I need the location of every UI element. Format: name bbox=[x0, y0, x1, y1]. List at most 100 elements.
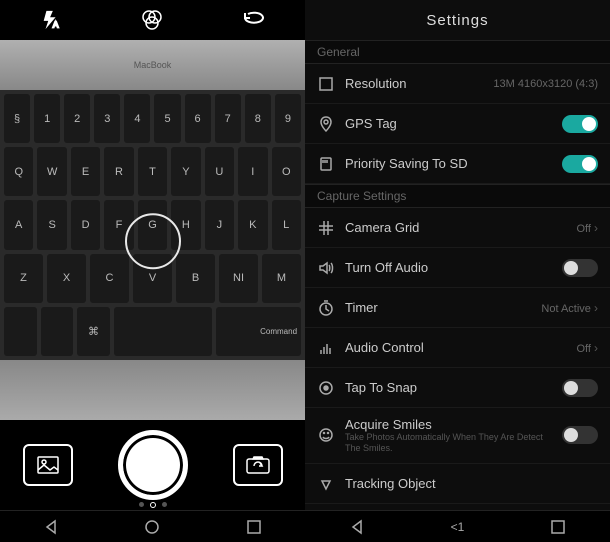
audio-control-label: Audio Control bbox=[345, 340, 566, 355]
key bbox=[4, 307, 37, 356]
camera-viewfinder[interactable]: MacBook § 1 2 3 4 5 6 7 8 9 Q W E bbox=[0, 40, 305, 420]
gps-toggle[interactable] bbox=[562, 115, 598, 133]
setting-tracking[interactable]: Tracking Object bbox=[305, 464, 610, 504]
key: Z bbox=[4, 254, 43, 303]
nav-bar-left bbox=[0, 510, 305, 542]
key: Y bbox=[171, 147, 200, 196]
audio-control-icon bbox=[317, 339, 335, 357]
nav-back-button[interactable] bbox=[347, 517, 367, 537]
palm-rest bbox=[0, 360, 305, 420]
key: ⌘ bbox=[77, 307, 110, 356]
grid-icon bbox=[317, 219, 335, 237]
grid-value: Off › bbox=[576, 221, 598, 235]
tap-snap-toggle[interactable] bbox=[562, 379, 598, 397]
section-capture: Capture Settings bbox=[305, 184, 610, 208]
setting-audio-control[interactable]: Audio Control Off › bbox=[305, 328, 610, 368]
settings-screen: Settings General Resolution 13M 4160x312… bbox=[305, 0, 610, 542]
grid-label: Camera Grid bbox=[345, 220, 566, 235]
nav-bar-right: <1 bbox=[305, 510, 610, 542]
gps-icon bbox=[317, 115, 335, 133]
key: D bbox=[71, 200, 100, 249]
key: 1 bbox=[34, 94, 60, 143]
laptop-hinge: MacBook bbox=[0, 40, 305, 90]
key: 8 bbox=[245, 94, 271, 143]
key: 5 bbox=[154, 94, 180, 143]
camera-bottom-bar bbox=[0, 420, 305, 510]
key: R bbox=[104, 147, 133, 196]
setting-audio-off[interactable]: Turn Off Audio bbox=[305, 248, 610, 288]
filters-icon[interactable] bbox=[138, 6, 166, 34]
key: 7 bbox=[215, 94, 241, 143]
nav-recent-button[interactable] bbox=[244, 517, 264, 537]
resolution-label: Resolution bbox=[345, 76, 483, 91]
audio-control-value: Off › bbox=[576, 341, 598, 355]
mode-indicator-dots bbox=[139, 502, 167, 508]
sd-icon bbox=[317, 155, 335, 173]
nav-recent-button[interactable] bbox=[548, 517, 568, 537]
key: U bbox=[205, 147, 234, 196]
key: 3 bbox=[94, 94, 120, 143]
rotate-icon[interactable] bbox=[240, 6, 268, 34]
nav-home-button[interactable]: <1 bbox=[451, 517, 465, 537]
tracking-icon bbox=[317, 474, 335, 492]
gallery-button[interactable] bbox=[23, 444, 73, 486]
setting-smiles[interactable]: Acquire Smiles Take Photos Automatically… bbox=[305, 408, 610, 464]
sd-label: Priority Saving To SD bbox=[345, 156, 552, 171]
smiles-toggle[interactable] bbox=[562, 426, 598, 444]
setting-grid[interactable]: Camera Grid Off › bbox=[305, 208, 610, 248]
settings-title: Settings bbox=[305, 0, 610, 40]
key: 2 bbox=[64, 94, 90, 143]
resolution-value: 13M 4160x3120 (4:3) bbox=[493, 78, 598, 90]
spacebar-key bbox=[114, 307, 212, 356]
key: M bbox=[262, 254, 301, 303]
resolution-icon bbox=[317, 75, 335, 93]
key: § bbox=[4, 94, 30, 143]
flash-auto-icon[interactable]: A bbox=[37, 6, 65, 34]
key: 4 bbox=[124, 94, 150, 143]
camera-screen: A MacBook § 1 2 3 4 5 6 7 8 bbox=[0, 0, 305, 542]
key: X bbox=[47, 254, 86, 303]
section-general: General bbox=[305, 40, 610, 64]
key: Q bbox=[4, 147, 33, 196]
setting-tap-snap[interactable]: Tap To Snap bbox=[305, 368, 610, 408]
setting-sd[interactable]: Priority Saving To SD bbox=[305, 144, 610, 184]
gps-label: GPS Tag bbox=[345, 116, 552, 131]
timer-value: Not Active › bbox=[541, 301, 598, 315]
switch-camera-button[interactable] bbox=[233, 444, 283, 486]
focus-ring-icon bbox=[125, 213, 181, 269]
key: O bbox=[272, 147, 301, 196]
key: W bbox=[37, 147, 66, 196]
timer-label: Timer bbox=[345, 300, 531, 315]
key: S bbox=[37, 200, 66, 249]
speaker-icon bbox=[317, 259, 335, 277]
tracking-label: Tracking Object bbox=[345, 476, 598, 491]
key: NI bbox=[219, 254, 258, 303]
tap-icon bbox=[317, 379, 335, 397]
setting-gps[interactable]: GPS Tag bbox=[305, 104, 610, 144]
setting-resolution[interactable]: Resolution 13M 4160x3120 (4:3) bbox=[305, 64, 610, 104]
audio-off-label: Turn Off Audio bbox=[345, 260, 552, 275]
svg-text:A: A bbox=[53, 20, 59, 29]
key: C bbox=[90, 254, 129, 303]
sd-toggle[interactable] bbox=[562, 155, 598, 173]
key bbox=[41, 307, 74, 356]
camera-top-bar: A bbox=[0, 0, 305, 40]
smile-icon bbox=[317, 426, 335, 444]
timer-icon bbox=[317, 299, 335, 317]
key: E bbox=[71, 147, 100, 196]
settings-list[interactable]: General Resolution 13M 4160x3120 (4:3) G… bbox=[305, 40, 610, 504]
smiles-label: Acquire Smiles bbox=[345, 417, 552, 432]
key: B bbox=[176, 254, 215, 303]
smiles-sublabel: Take Photos Automatically When They Are … bbox=[345, 432, 552, 454]
nav-back-button[interactable] bbox=[41, 517, 61, 537]
shutter-button[interactable] bbox=[118, 430, 188, 500]
key: T bbox=[138, 147, 167, 196]
key: L bbox=[272, 200, 301, 249]
tap-snap-label: Tap To Snap bbox=[345, 380, 552, 395]
key: 6 bbox=[185, 94, 211, 143]
audio-off-toggle[interactable] bbox=[562, 259, 598, 277]
key: K bbox=[238, 200, 267, 249]
command-key: Command bbox=[216, 307, 301, 356]
nav-home-button[interactable] bbox=[142, 517, 162, 537]
setting-timer[interactable]: Timer Not Active › bbox=[305, 288, 610, 328]
